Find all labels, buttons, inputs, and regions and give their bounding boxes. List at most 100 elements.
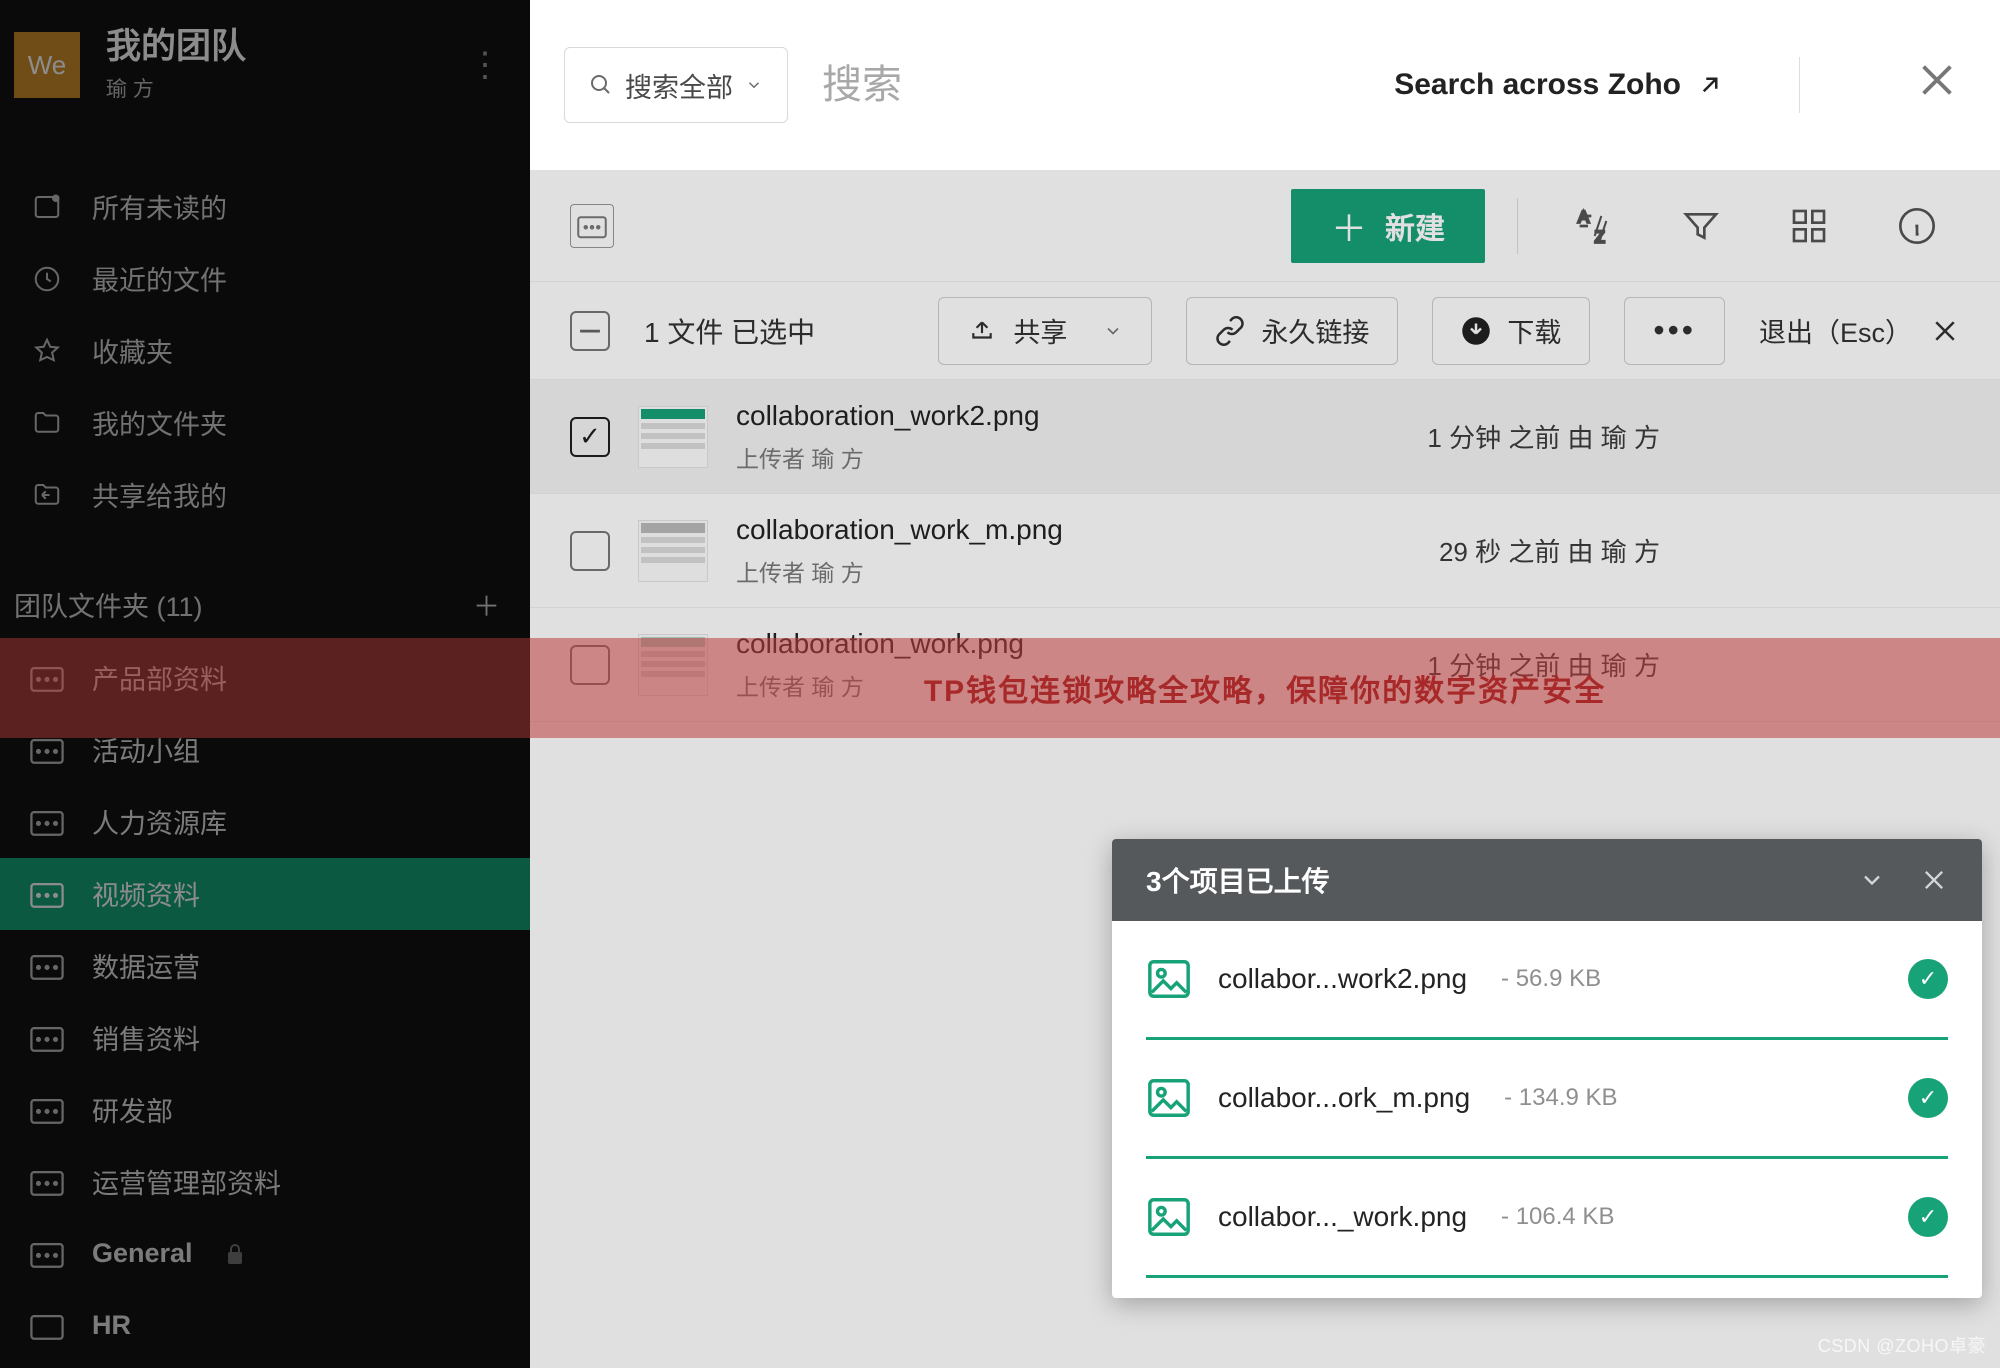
file-row[interactable]: collaboration_work_m.png 上传者 瑜 方 29 秒 之前… [530, 494, 2000, 608]
team-folders-title: 团队文件夹 (11) [14, 585, 203, 624]
plus-icon: ＋ [1331, 200, 1367, 252]
team-folder-list: 产品部资料 活动小组 人力资源库 视频资料 数据运营 销售资料 研发部 运营管 [0, 642, 530, 1362]
success-icon: ✓ [1908, 1078, 1948, 1118]
inbox-icon [30, 190, 64, 224]
select-toggle[interactable]: － [570, 311, 610, 351]
folder-ops-mgmt[interactable]: 运营管理部资料 [0, 1146, 530, 1218]
team-folder-icon [30, 807, 64, 837]
team-title-block: 我的团队 瑜 方 [106, 28, 246, 103]
search-scope-dropdown[interactable]: 搜索全部 [564, 47, 788, 123]
upload-item: collabor..._work.png - 106.4 KB ✓ [1112, 1159, 1982, 1278]
row-checkbox[interactable] [570, 417, 610, 457]
divider [1517, 198, 1518, 254]
nav-my-folders[interactable]: 我的文件夹 [0, 387, 530, 459]
star-icon [30, 334, 64, 368]
collapse-icon[interactable] [1858, 866, 1886, 894]
folder-rd-label: 研发部 [92, 1090, 173, 1129]
file-uploader: 上传者 瑜 方 [736, 440, 1040, 474]
filter-button[interactable] [1678, 203, 1724, 249]
new-button[interactable]: ＋ 新建 [1291, 189, 1485, 263]
upload-item: collabor...ork_m.png - 134.9 KB ✓ [1112, 1040, 1982, 1159]
folder-icon [30, 406, 64, 440]
share-icon [967, 318, 997, 344]
folder-data-ops[interactable]: 数据运营 [0, 930, 530, 1002]
svg-text:A: A [1578, 207, 1590, 226]
upload-toast: 3个项目已上传 collabor...work2.png - 56.9 KB ✓… [1112, 839, 1982, 1298]
close-icon [1930, 316, 1960, 346]
selection-count: 1 文件 已选中 [644, 311, 815, 351]
share-button[interactable]: 共享 [938, 297, 1152, 365]
search-input[interactable] [816, 63, 1366, 108]
close-icon[interactable] [1920, 866, 1948, 894]
download-button-label: 下载 [1507, 311, 1561, 350]
view-toggle-button[interactable] [1786, 203, 1832, 249]
team-logo[interactable]: We [14, 32, 80, 98]
folder-general[interactable]: General [0, 1218, 530, 1290]
share-button-label: 共享 [1013, 311, 1067, 350]
sidebar-more-icon[interactable]: ⋮ [468, 45, 500, 85]
image-icon [1146, 1194, 1192, 1240]
file-meta: collaboration_work2.png 上传者 瑜 方 [736, 400, 1040, 474]
sidebar-nav: 所有未读的 最近的文件 收藏夹 我的文件夹 共享给我的 [0, 131, 530, 531]
folder-hr[interactable]: HR [0, 1290, 530, 1362]
success-icon: ✓ [1908, 959, 1948, 999]
external-link-icon [1695, 70, 1725, 100]
divider [1799, 57, 1800, 113]
team-folder-icon [30, 1311, 64, 1341]
folder-hr-pool-label: 人力资源库 [92, 802, 227, 841]
team-folder-icon [30, 1095, 64, 1125]
nav-my-folders-label: 我的文件夹 [92, 403, 227, 442]
image-icon [1146, 956, 1192, 1002]
nav-favorites[interactable]: 收藏夹 [0, 315, 530, 387]
dots-icon: ••• [1653, 312, 1696, 349]
overlay-banner-text: TP钱包连锁攻略全攻略，保障你的数字资产安全 [924, 666, 1606, 710]
selection-bar: － 1 文件 已选中 共享 永久链接 下载 ••• 退出（Esc） [530, 282, 2000, 380]
team-folder-icon [30, 951, 64, 981]
watermark: CSDN @ZOHO卓豪 [1818, 1332, 1986, 1358]
share-in-icon [30, 478, 64, 512]
nav-shared-with-me-label: 共享给我的 [92, 475, 227, 514]
search-across-zoho-label: Search across Zoho [1394, 68, 1681, 102]
file-name: collaboration_work2.png [736, 400, 1040, 432]
exit-selection-button[interactable]: 退出（Esc） [1759, 311, 1960, 350]
more-actions-button[interactable]: ••• [1624, 297, 1725, 365]
folder-sales[interactable]: 销售资料 [0, 1002, 530, 1074]
search-icon [589, 73, 613, 97]
team-subtitle: 瑜 方 [106, 73, 246, 103]
info-button[interactable] [1894, 203, 1940, 249]
folder-video[interactable]: 视频资料 [0, 858, 530, 930]
chevron-down-icon [745, 76, 763, 94]
new-button-label: 新建 [1385, 204, 1445, 248]
file-row[interactable]: collaboration_work2.png 上传者 瑜 方 1 分钟 之前 … [530, 380, 2000, 494]
team-folder-icon [30, 735, 64, 765]
nav-unread[interactable]: 所有未读的 [0, 171, 530, 243]
file-thumbnail [638, 520, 708, 582]
team-folder-icon [30, 879, 64, 909]
row-checkbox[interactable] [570, 531, 610, 571]
folder-ops-mgmt-label: 运营管理部资料 [92, 1162, 281, 1201]
permalink-button[interactable]: 永久链接 [1186, 297, 1398, 365]
file-time: 29 秒 之前 由 瑜 方 [1439, 532, 1960, 569]
close-search-button[interactable] [1914, 57, 1960, 114]
permalink-button-label: 永久链接 [1261, 311, 1369, 350]
main-panel: 搜索全部 Search across Zoho ＋ 新建 AZ [530, 0, 2000, 1368]
sort-button[interactable]: AZ [1570, 203, 1616, 249]
breadcrumb-folder-icon[interactable] [570, 204, 614, 248]
file-time: 1 分钟 之前 由 瑜 方 [1427, 418, 1960, 455]
upload-item: collabor...work2.png - 56.9 KB ✓ [1112, 921, 1982, 1040]
nav-recent[interactable]: 最近的文件 [0, 243, 530, 315]
folder-hr-pool[interactable]: 人力资源库 [0, 786, 530, 858]
file-thumbnail [638, 406, 708, 468]
file-name: collaboration_work_m.png [736, 514, 1063, 546]
nav-shared-with-me[interactable]: 共享给我的 [0, 459, 530, 531]
upload-toast-title: 3个项目已上传 [1146, 860, 1330, 900]
search-across-zoho-link[interactable]: Search across Zoho [1394, 68, 1725, 102]
nav-unread-label: 所有未读的 [92, 187, 227, 226]
team-folder-icon [30, 1167, 64, 1197]
download-icon [1461, 316, 1491, 346]
folder-rd[interactable]: 研发部 [0, 1074, 530, 1146]
download-button[interactable]: 下载 [1432, 297, 1590, 365]
add-folder-button[interactable]: ＋ [473, 585, 500, 624]
link-icon [1215, 316, 1245, 346]
overlay-banner: TP钱包连锁攻略全攻略，保障你的数字资产安全 [530, 638, 2000, 738]
